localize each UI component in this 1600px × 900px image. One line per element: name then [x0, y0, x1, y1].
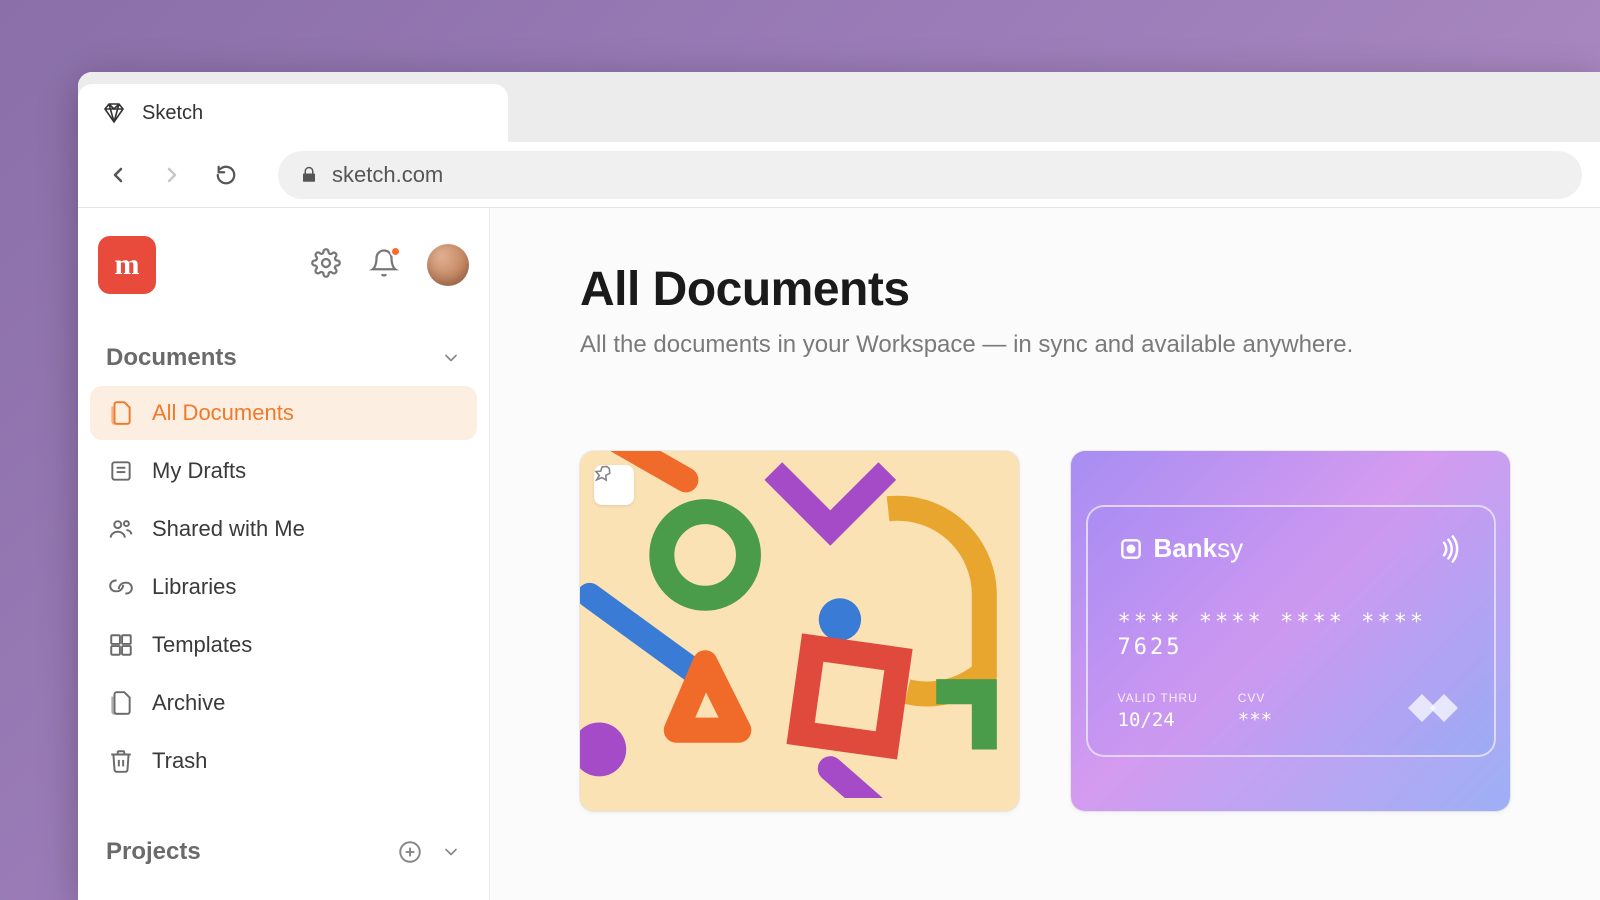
sidebar-item-libraries[interactable]: Libraries — [90, 560, 477, 614]
chevron-down-icon — [441, 348, 461, 368]
notification-dot — [390, 246, 401, 257]
browser-window: Sketch sketch.com m — [78, 72, 1600, 900]
address-bar[interactable]: sketch.com — [278, 151, 1582, 199]
libraries-icon — [108, 574, 134, 600]
sidebar-header: m — [90, 232, 477, 322]
tab-strip: Sketch — [78, 72, 1600, 142]
card-cvv: CVV *** — [1238, 691, 1272, 731]
sidebar-item-shared[interactable]: Shared with Me — [90, 502, 477, 556]
nav-reload-button[interactable] — [204, 153, 248, 197]
sidebar-item-my-drafts[interactable]: My Drafts — [90, 444, 477, 498]
shared-icon — [108, 516, 134, 542]
sidebar-item-trash[interactable]: Trash — [90, 734, 477, 788]
nav-back-button[interactable] — [96, 153, 140, 197]
chevron-down-icon — [441, 842, 461, 862]
nav-label: Templates — [152, 632, 252, 658]
nav-forward-button[interactable] — [150, 153, 194, 197]
trash-icon — [108, 748, 134, 774]
nav-label: Libraries — [152, 574, 236, 600]
tab-title: Sketch — [142, 102, 203, 125]
nav-label: Shared with Me — [152, 516, 305, 542]
brand-logo-icon — [1118, 536, 1144, 562]
drafts-icon — [108, 458, 134, 484]
card-brand: Banksy — [1118, 533, 1244, 564]
url-text: sketch.com — [332, 162, 443, 188]
notifications-button[interactable] — [369, 248, 399, 283]
sidebar-item-all-documents[interactable]: All Documents — [90, 386, 477, 440]
sketch-diamond-icon — [102, 101, 126, 125]
chevron-left-icon — [106, 163, 130, 187]
browser-tab-sketch[interactable]: Sketch — [78, 84, 508, 142]
user-avatar[interactable] — [427, 244, 469, 286]
card-network-icon — [1404, 690, 1464, 731]
browser-toolbar: sketch.com — [78, 142, 1600, 208]
settings-button[interactable] — [311, 248, 341, 283]
documents-nav-list: All Documents My Drafts Shared with Me — [90, 386, 477, 788]
nav-label: Archive — [152, 690, 225, 716]
app-body: m Documents — [78, 208, 1600, 900]
workspace-logo[interactable]: m — [98, 236, 156, 294]
plus-circle-icon[interactable] — [397, 839, 423, 865]
nav-label: My Drafts — [152, 458, 246, 484]
reload-icon — [215, 164, 237, 186]
section-title: Documents — [106, 344, 237, 372]
contactless-icon — [1434, 534, 1464, 564]
nav-label: Trash — [152, 748, 207, 774]
document-card-shapes[interactable] — [580, 451, 1019, 811]
document-grid: Banksy **** **** **** **** 7625 VALID TH… — [580, 451, 1510, 811]
gear-icon — [311, 248, 341, 278]
sidebar: m Documents — [78, 208, 490, 900]
shapes-artwork — [580, 451, 1019, 798]
archive-icon — [108, 690, 134, 716]
section-title: Projects — [106, 838, 201, 866]
sidebar-item-archive[interactable]: Archive — [90, 676, 477, 730]
page-title: All Documents — [580, 262, 1510, 317]
card-number: **** **** **** **** 7625 — [1118, 610, 1464, 660]
credit-card: Banksy **** **** **** **** 7625 VALID TH… — [1086, 505, 1496, 757]
documents-icon — [108, 400, 134, 426]
sidebar-item-templates[interactable]: Templates — [90, 618, 477, 672]
chevron-right-icon — [160, 163, 184, 187]
nav-label: All Documents — [152, 400, 294, 426]
page-subtitle: All the documents in your Workspace — in… — [580, 331, 1510, 359]
card-valid-thru: VALID THRU 10/24 — [1118, 691, 1198, 731]
templates-icon — [108, 632, 134, 658]
section-projects-header[interactable]: Projects — [90, 816, 477, 880]
section-documents-header[interactable]: Documents — [90, 322, 477, 386]
document-card-banksy[interactable]: Banksy **** **** **** **** 7625 VALID TH… — [1071, 451, 1510, 811]
main-content: All Documents All the documents in your … — [490, 208, 1600, 900]
lock-icon — [300, 166, 318, 184]
